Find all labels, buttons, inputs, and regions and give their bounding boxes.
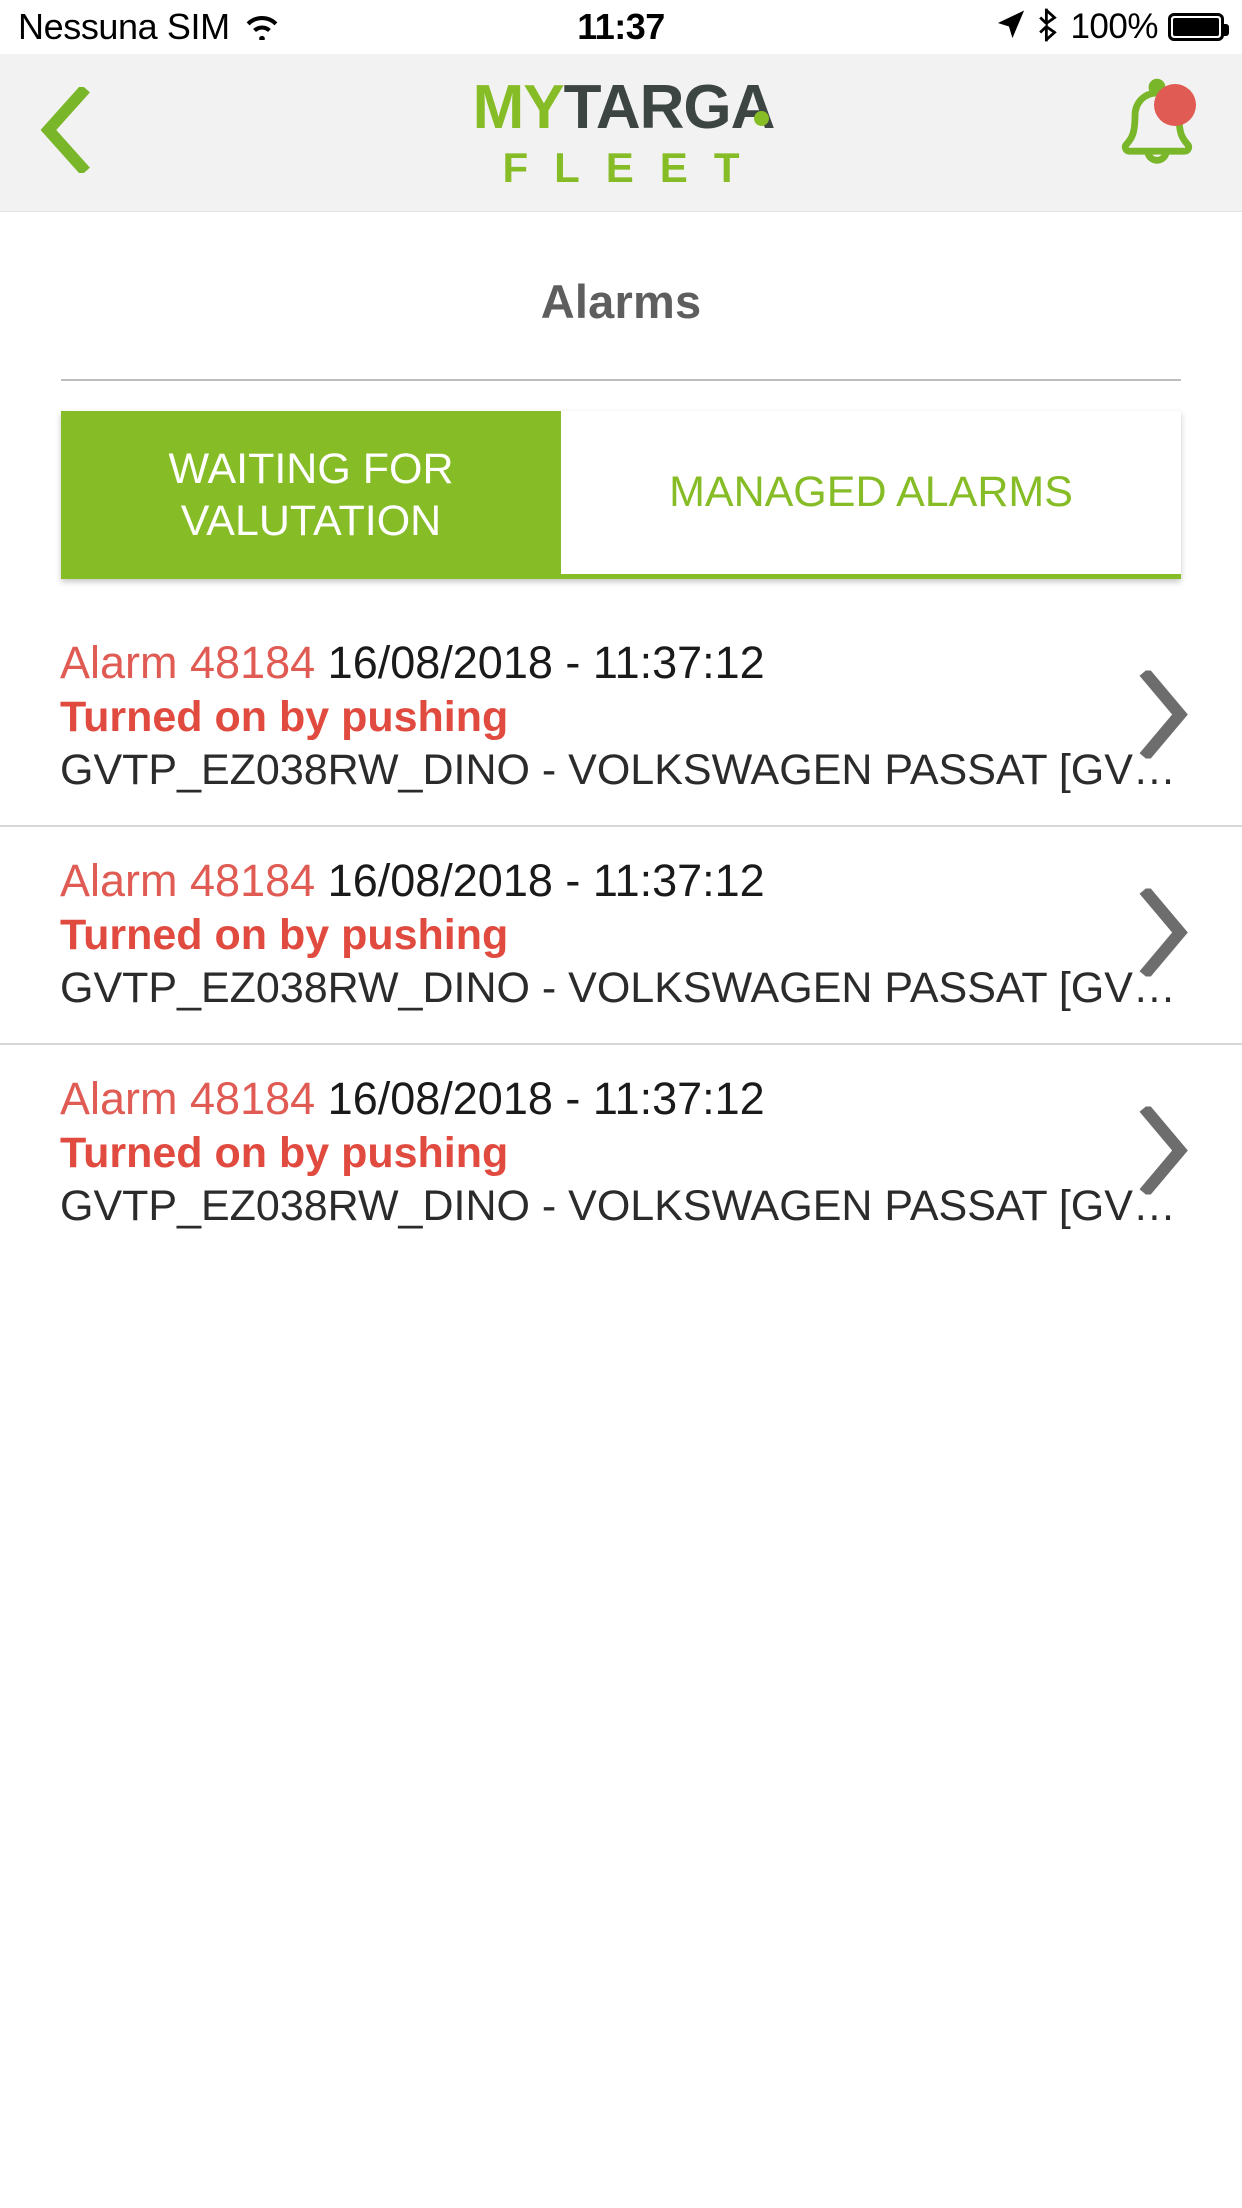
chevron-left-icon: [38, 84, 94, 178]
title-divider: [61, 379, 1181, 381]
notifications-button[interactable]: [1102, 78, 1212, 188]
alarm-list: Alarm 48184 16/08/2018 - 11:37:12 Turned…: [0, 609, 1242, 1261]
alarm-id: Alarm 48184: [60, 855, 316, 906]
chevron-right-icon[interactable]: [1138, 1104, 1190, 1200]
alarm-reason: Turned on by pushing: [60, 911, 509, 959]
alarm-vehicle: GVTP_EZ038RW_DINO - VOLKSWAGEN PASSAT [G…: [60, 746, 1176, 794]
notification-badge: [1154, 84, 1196, 126]
alarm-vehicle: GVTP_EZ038RW_DINO - VOLKSWAGEN PASSAT [G…: [60, 1182, 1176, 1230]
app-header: MY TARGA FLEET: [0, 54, 1242, 212]
chevron-right-icon[interactable]: [1138, 886, 1190, 982]
bluetooth-icon: [1036, 7, 1060, 48]
logo-subtitle: FLEET: [502, 143, 766, 191]
alarm-datetime: 16/08/2018 - 11:37:12: [327, 855, 765, 906]
back-button[interactable]: [26, 84, 106, 179]
alarm-vehicle: GVTP_EZ038RW_DINO - VOLKSWAGEN PASSAT [G…: [60, 964, 1176, 1012]
status-bar-right: 100%: [996, 7, 1229, 48]
battery-icon: [1168, 13, 1229, 41]
tab-managed-alarms[interactable]: MANAGED ALARMS: [561, 411, 1181, 579]
alarm-id: Alarm 48184: [60, 1073, 316, 1124]
battery-percent-label: 100%: [1070, 7, 1158, 46]
alarm-list-item[interactable]: Alarm 48184 16/08/2018 - 11:37:12 Turned…: [0, 1043, 1242, 1261]
alarm-list-item[interactable]: Alarm 48184 16/08/2018 - 11:37:12 Turned…: [0, 609, 1242, 825]
alarm-tabs: WAITING FOR VALUTATION MANAGED ALARMS: [61, 411, 1181, 579]
alarm-reason: Turned on by pushing: [60, 1129, 509, 1177]
bell-icon: [1107, 78, 1207, 187]
alarm-datetime: 16/08/2018 - 11:37:12: [327, 1073, 765, 1124]
alarm-reason: Turned on by pushing: [60, 693, 509, 741]
page-title: Alarms: [540, 275, 702, 328]
alarm-header-line: Alarm 48184 16/08/2018 - 11:37:12: [60, 855, 1182, 907]
tab-waiting-for-valutation[interactable]: WAITING FOR VALUTATION: [61, 411, 561, 579]
status-bar: Nessuna SIM 11:37 100%: [0, 0, 1242, 54]
location-arrow-icon: [996, 9, 1026, 46]
alarm-header-line: Alarm 48184 16/08/2018 - 11:37:12: [60, 637, 1182, 689]
alarm-id: Alarm 48184: [60, 637, 316, 688]
logo-dot: [754, 110, 770, 126]
logo-my: MY: [472, 72, 565, 142]
chevron-right-icon[interactable]: [1138, 668, 1190, 764]
logo-targa: TARGA: [563, 72, 776, 142]
alarm-list-item[interactable]: Alarm 48184 16/08/2018 - 11:37:12 Turned…: [0, 825, 1242, 1043]
alarm-datetime: 16/08/2018 - 11:37:12: [327, 637, 765, 688]
alarm-header-line: Alarm 48184 16/08/2018 - 11:37:12: [60, 1073, 1182, 1125]
logo-wordmark: MY TARGA: [472, 72, 776, 142]
app-logo: MY TARGA FLEET: [472, 72, 776, 191]
